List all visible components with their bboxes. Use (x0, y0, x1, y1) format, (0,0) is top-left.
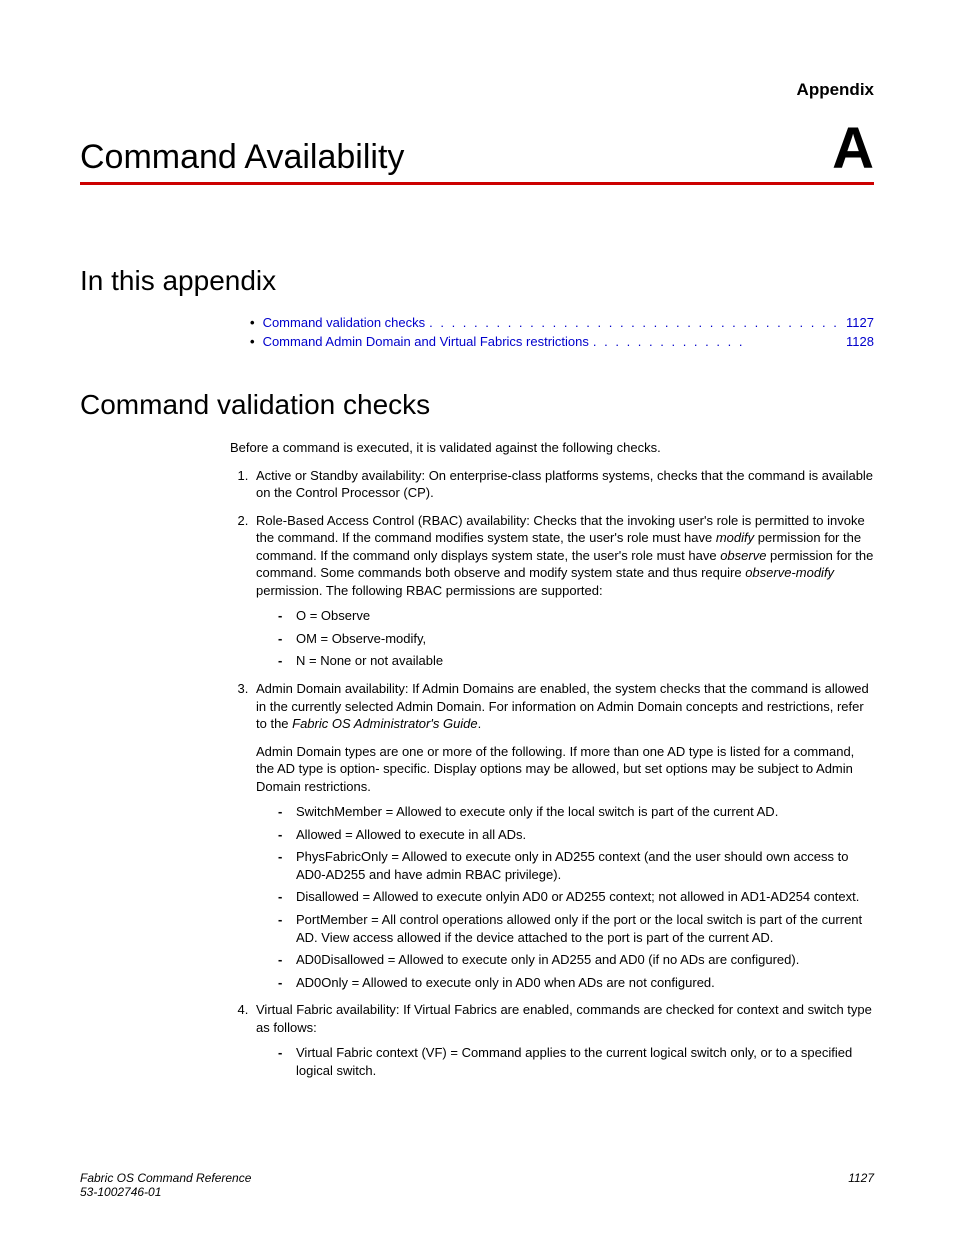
toc-leader: . . . . . . . . . . . . . . (593, 334, 836, 349)
toc-page[interactable]: 1127 (846, 315, 874, 330)
toc-heading: In this appendix (80, 265, 874, 297)
emphasis: modify (716, 530, 754, 545)
list-item: Admin Domain availability: If Admin Doma… (252, 680, 874, 991)
emphasis: observe (720, 548, 766, 563)
dash-icon: - (278, 607, 286, 625)
sub-text: PhysFabricOnly = Allowed to execute only… (296, 848, 874, 883)
sub-item: -Disallowed = Allowed to execute onlyin … (278, 888, 874, 906)
sub-item: -O = Observe (278, 607, 874, 625)
item-text: Active or Standby availability: On enter… (256, 468, 873, 501)
sub-text: AD0Only = Allowed to execute only in AD0… (296, 974, 715, 992)
sub-item: -PortMember = All control operations all… (278, 911, 874, 946)
sub-item: -AD0Only = Allowed to execute only in AD… (278, 974, 874, 992)
sub-item: -Virtual Fabric context (VF) = Command a… (278, 1044, 874, 1079)
appendix-letter: A (832, 120, 874, 178)
toc-link[interactable]: Command validation checks (263, 315, 426, 330)
sub-item: -N = None or not available (278, 652, 874, 670)
item-text: . (478, 716, 482, 731)
footer-docid: 53-1002746-01 (80, 1185, 251, 1199)
sub-item: -Allowed = Allowed to execute in all ADs… (278, 826, 874, 844)
page-title: Command Availability (80, 138, 404, 177)
sub-text: AD0Disallowed = Allowed to execute only … (296, 951, 799, 969)
emphasis: Fabric OS Administrator's Guide (292, 716, 478, 731)
appendix-label: Appendix (797, 80, 874, 100)
list-item: Role-Based Access Control (RBAC) availab… (252, 512, 874, 670)
bullet-icon: • (250, 334, 255, 349)
dash-icon: - (278, 652, 286, 670)
toc-leader: . . . . . . . . . . . . . . . . . . . . … (429, 315, 836, 330)
dash-icon: - (278, 803, 286, 821)
toc-item: • Command Admin Domain and Virtual Fabri… (250, 334, 874, 349)
dash-icon: - (278, 826, 286, 844)
body-content: Before a command is executed, it is vali… (230, 439, 874, 1079)
list-item: Virtual Fabric availability: If Virtual … (252, 1001, 874, 1079)
sub-text: N = None or not available (296, 652, 443, 670)
footer-title: Fabric OS Command Reference (80, 1171, 251, 1185)
sub-item: -SwitchMember = Allowed to execute only … (278, 803, 874, 821)
sub-text: O = Observe (296, 607, 370, 625)
ordered-list: Active or Standby availability: On enter… (230, 467, 874, 1080)
sub-list: -Virtual Fabric context (VF) = Command a… (256, 1044, 874, 1079)
sub-item: -AD0Disallowed = Allowed to execute only… (278, 951, 874, 969)
emphasis: observe-modify (745, 565, 834, 580)
sub-text: Virtual Fabric context (VF) = Command ap… (296, 1044, 874, 1079)
sub-item: -PhysFabricOnly = Allowed to execute onl… (278, 848, 874, 883)
dash-icon: - (278, 888, 286, 906)
sub-item: -OM = Observe-modify, (278, 630, 874, 648)
sub-text: Allowed = Allowed to execute in all ADs. (296, 826, 526, 844)
dash-icon: - (278, 911, 286, 946)
item-text: Virtual Fabric availability: If Virtual … (256, 1002, 872, 1035)
footer-page-number: 1127 (848, 1171, 874, 1199)
sub-text: PortMember = All control operations allo… (296, 911, 874, 946)
intro-text: Before a command is executed, it is vali… (230, 439, 874, 457)
page-footer: Fabric OS Command Reference 53-1002746-0… (80, 1171, 874, 1199)
list-item: Active or Standby availability: On enter… (252, 467, 874, 502)
dash-icon: - (278, 630, 286, 648)
toc-page[interactable]: 1128 (846, 334, 874, 349)
title-rule (80, 182, 874, 185)
dash-icon: - (278, 1044, 286, 1079)
section-heading: Command validation checks (80, 389, 874, 421)
dash-icon: - (278, 974, 286, 992)
sub-text: OM = Observe-modify, (296, 630, 426, 648)
sub-text: SwitchMember = Allowed to execute only i… (296, 803, 778, 821)
item-text: permission. The following RBAC permissio… (256, 583, 603, 598)
toc-list: • Command validation checks . . . . . . … (250, 315, 874, 349)
item-paragraph: Admin Domain types are one or more of th… (256, 743, 874, 796)
bullet-icon: • (250, 315, 255, 330)
dash-icon: - (278, 951, 286, 969)
sub-text: Disallowed = Allowed to execute onlyin A… (296, 888, 859, 906)
sub-list: -O = Observe -OM = Observe-modify, -N = … (256, 607, 874, 670)
footer-left: Fabric OS Command Reference 53-1002746-0… (80, 1171, 251, 1199)
dash-icon: - (278, 848, 286, 883)
toc-link[interactable]: Command Admin Domain and Virtual Fabrics… (263, 334, 589, 349)
toc-item: • Command validation checks . . . . . . … (250, 315, 874, 330)
sub-list: -SwitchMember = Allowed to execute only … (256, 803, 874, 991)
